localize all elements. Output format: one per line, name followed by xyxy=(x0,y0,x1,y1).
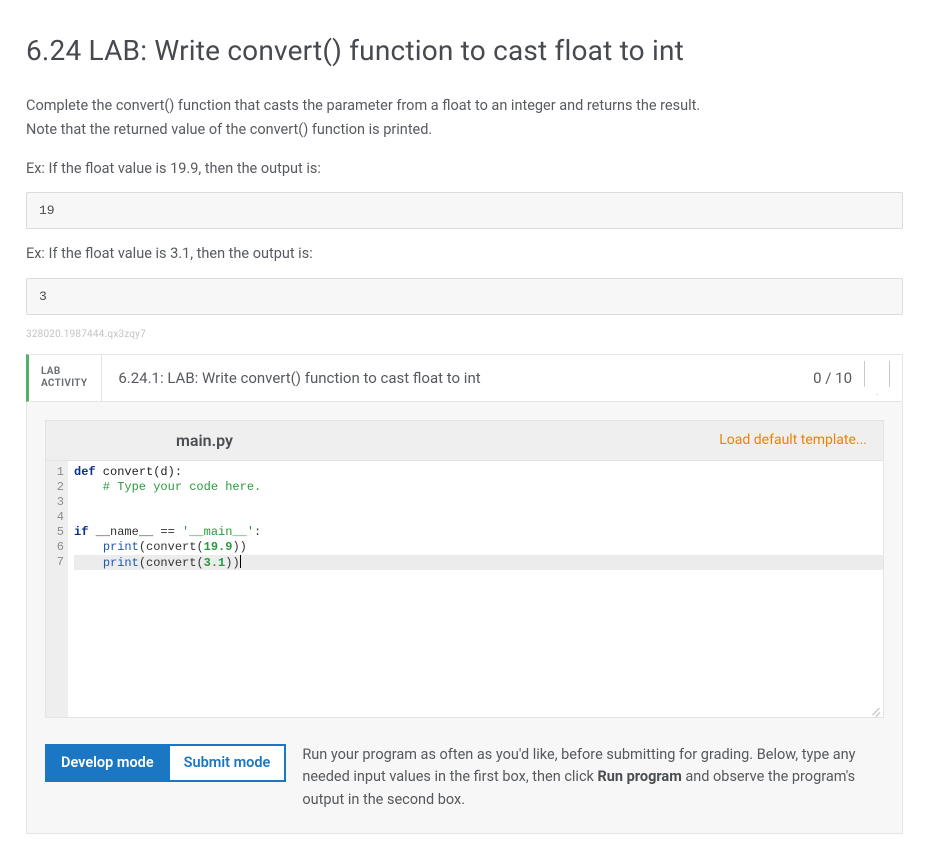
code-line[interactable]: print(convert(3.1)) xyxy=(74,555,883,570)
submit-mode-button[interactable]: Submit mode xyxy=(170,744,287,783)
load-template-link[interactable]: Load default template... xyxy=(719,432,883,448)
page-title: 6.24 LAB: Write convert() function to ca… xyxy=(26,34,903,67)
code-line[interactable] xyxy=(74,495,883,510)
line-number: 4 xyxy=(46,510,64,525)
line-number: 3 xyxy=(46,495,64,510)
code-text[interactable]: def convert(d): # Type your code here. i… xyxy=(68,461,883,717)
code-line[interactable] xyxy=(74,510,883,525)
line-number: 5 xyxy=(46,525,64,540)
line-number: 6 xyxy=(46,540,64,555)
instruction-line-2: Note that the returned value of the conv… xyxy=(26,119,903,141)
code-line[interactable]: if __name__ == '__main__': xyxy=(74,525,883,540)
activity-header: LAB ACTIVITY 6.24.1: LAB: Write convert(… xyxy=(26,354,903,402)
line-number: 1 xyxy=(46,465,64,480)
ribbon-icon xyxy=(864,361,890,395)
file-name: main.py xyxy=(46,431,719,450)
code-line[interactable]: # Type your code here. xyxy=(74,480,883,495)
example-2-label: Ex: If the float value is 3.1, then the … xyxy=(26,243,903,265)
editor-panel: main.py Load default template... 1 2 3 4… xyxy=(26,402,903,834)
activity-title: 6.24.1: LAB: Write convert() function to… xyxy=(102,369,813,387)
mode-buttons: Develop mode Submit mode xyxy=(45,744,286,783)
example-2-output: 3 xyxy=(26,278,903,315)
activity-score: 0 / 10 xyxy=(813,369,864,387)
code-editor[interactable]: 1 2 3 4 5 6 7 def convert(d): # Type you… xyxy=(45,460,884,718)
line-number: 2 xyxy=(46,480,64,495)
example-1-output: 19 xyxy=(26,192,903,229)
tracking-id: 328020.1987444.qx3zqy7 xyxy=(26,329,903,340)
develop-mode-button[interactable]: Develop mode xyxy=(45,744,170,783)
line-number: 7 xyxy=(46,555,64,570)
code-line[interactable]: def convert(d): xyxy=(74,465,883,480)
mode-description: Run your program as often as you'd like,… xyxy=(302,744,884,811)
line-number-gutter: 1 2 3 4 5 6 7 xyxy=(46,461,68,717)
code-line[interactable]: print(convert(19.9)) xyxy=(74,540,883,555)
text-cursor xyxy=(240,555,241,568)
lab-activity-tag: LAB ACTIVITY xyxy=(29,355,102,401)
instruction-line-1: Complete the convert() function that cas… xyxy=(26,95,903,117)
file-header: main.py Load default template... xyxy=(45,420,884,460)
example-1-label: Ex: If the float value is 19.9, then the… xyxy=(26,158,903,180)
mode-row: Develop mode Submit mode Run your progra… xyxy=(45,744,884,811)
resize-handle-icon[interactable] xyxy=(870,705,880,715)
